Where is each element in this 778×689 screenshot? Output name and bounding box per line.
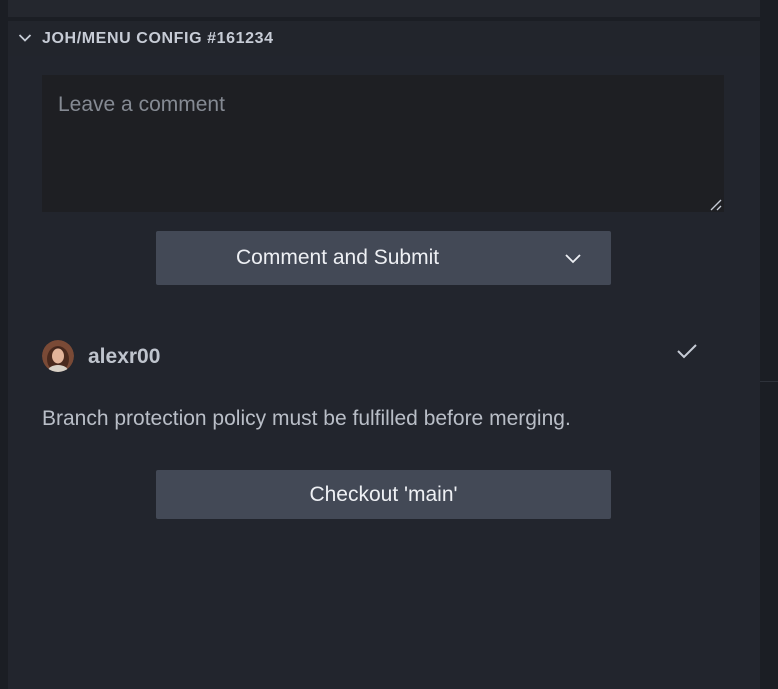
check-icon — [677, 344, 697, 359]
right-gutter — [760, 0, 778, 689]
chevron-down-icon[interactable] — [564, 252, 582, 264]
comment-input[interactable] — [42, 75, 724, 212]
section-title: JOH/MENU CONFIG #161234 — [42, 30, 274, 47]
left-gutter — [0, 0, 8, 689]
resize-grip-icon[interactable] — [708, 199, 722, 211]
avatar[interactable] — [42, 340, 74, 372]
chevron-down-icon[interactable] — [18, 31, 32, 45]
previous-section — [8, 0, 760, 17]
checkout-main-button[interactable]: Checkout 'main' — [156, 470, 611, 519]
comment-and-submit-button[interactable]: Comment and Submit — [156, 231, 611, 285]
review-header: alexr00 — [42, 340, 722, 376]
section-panel: Comment and Submit alexr00 Branch protec — [8, 56, 760, 689]
pr-view: JOH/MENU CONFIG #161234 Comment and Subm… — [0, 0, 778, 689]
checkout-button-label: Checkout 'main' — [309, 483, 458, 506]
branch-policy-message: Branch protection policy must be fulfill… — [42, 407, 571, 430]
gutter-divider — [760, 381, 778, 382]
submit-button-label: Comment and Submit — [236, 246, 440, 269]
section-header[interactable]: JOH/MENU CONFIG #161234 — [8, 21, 760, 56]
review-username[interactable]: alexr00 — [88, 345, 160, 369]
